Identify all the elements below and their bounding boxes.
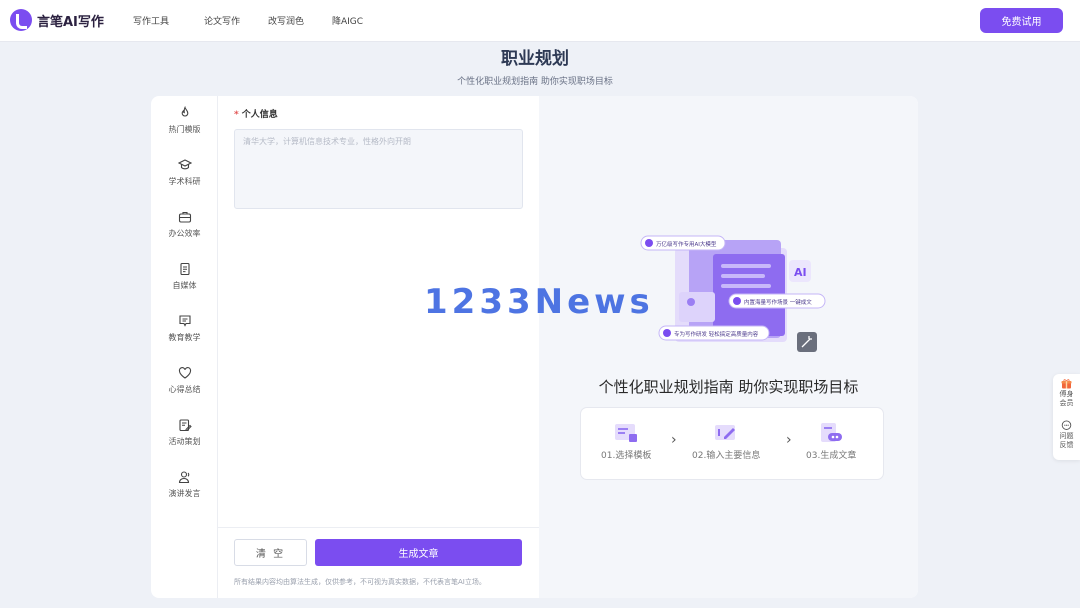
nav-reduce-aigc[interactable]: 降AIGC — [332, 14, 363, 27]
sidebar-item-event-planning[interactable]: 活动策划 — [151, 418, 218, 462]
generate-article-button[interactable]: 生成文章 — [315, 539, 522, 566]
step-label: 01.选择模板 — [601, 451, 652, 461]
illus-badge-3: 专为写作研发 轻松搞定高质量内容 — [674, 330, 759, 338]
sidebar-item-office[interactable]: 办公效率 — [151, 210, 218, 254]
form-actions: 清 空 生成文章 所有结果内容均由算法生成，仅供参考，不可视为真实数据，不代表言… — [218, 527, 539, 598]
category-sidebar: 热门模版 学术科研 办公效率 自媒体 教育教学 心得总结 活动策划 演讲发言 — [151, 96, 218, 598]
nav-paper-writing[interactable]: 论文写作 — [204, 14, 268, 27]
feedback-label: 问题反馈 — [1059, 432, 1074, 449]
gift-icon — [1061, 379, 1072, 389]
step-enter-info: 02.输入主要信息 — [692, 422, 760, 461]
graduation-cap-icon — [177, 159, 192, 170]
ai-mark-text: AI — [794, 266, 807, 279]
membership-label: 傅身会员 — [1059, 390, 1074, 407]
sidebar-item-hot-templates[interactable]: 热门模版 — [151, 106, 218, 150]
feedback-button[interactable]: 问题反馈 — [1053, 420, 1080, 450]
sidebar-item-label: 办公效率 — [168, 229, 201, 238]
logo[interactable]: 言笔AI写作 — [10, 9, 104, 31]
generate-doc-icon — [821, 423, 843, 442]
clipboard-edit-icon — [178, 419, 192, 432]
sidebar-item-label: 活动策划 — [168, 437, 201, 446]
template-icon — [615, 424, 638, 442]
main-card: 热门模版 学术科研 办公效率 自媒体 教育教学 心得总结 活动策划 演讲发言 *… — [151, 96, 918, 598]
fire-icon — [181, 106, 188, 117]
membership-button[interactable]: 傅身会员 — [1053, 378, 1080, 408]
sidebar-item-label: 自媒体 — [172, 281, 197, 290]
sidebar-item-label: 心得总结 — [168, 385, 201, 394]
speaker-icon — [178, 471, 189, 484]
preview-panel: AI 万亿级写作专用AI大模型 内置海量写作场景 一键成文 专为写作研发 轻松搞… — [539, 96, 918, 598]
floating-side-panel: 傅身会员 问题反馈 — [1053, 374, 1080, 460]
logo-icon — [10, 9, 32, 31]
watermark-text: 1233News — [424, 282, 654, 322]
chat-board-icon — [178, 315, 191, 327]
personal-info-input[interactable] — [234, 129, 523, 209]
field-label-text: 个人信息 — [241, 110, 278, 120]
main-nav: 写作工具 论文写作 改写润色 降AIGC — [133, 14, 363, 27]
input-info-icon — [715, 425, 736, 440]
required-marker: * — [234, 110, 239, 120]
chevron-right-icon: › — [671, 432, 677, 448]
nav-rewrite-polish[interactable]: 改写润色 — [268, 14, 332, 27]
page-subtitle: 个性化职业规划指南 助你实现职场目标 — [457, 77, 613, 87]
heart-icon — [178, 367, 191, 379]
free-trial-button[interactable]: 免费试用 — [980, 8, 1063, 33]
sidebar-item-summary[interactable]: 心得总结 — [151, 366, 218, 410]
step-select-template: 01.选择模板 — [601, 422, 651, 461]
input-form: *个人信息 清 空 生成文章 所有结果内容均由算法生成，仅供参考，不可视为真实数… — [218, 96, 539, 598]
briefcase-icon — [178, 211, 191, 223]
illus-badge-1: 万亿级写作专用AI大模型 — [656, 240, 717, 248]
top-navbar: 言笔AI写作 写作工具 论文写作 改写润色 降AIGC 免费试用 — [0, 0, 1080, 42]
step-generate-article: 03.生成文章 — [806, 422, 856, 461]
chevron-right-icon: › — [786, 432, 792, 448]
sidebar-item-media[interactable]: 自媒体 — [151, 262, 218, 306]
preview-title: 个性化职业规划指南 助你实现职场目标 — [598, 378, 859, 396]
sidebar-item-academic[interactable]: 学术科研 — [151, 158, 218, 202]
illus-badge-2: 内置海量写作场景 一键成文 — [744, 298, 812, 306]
logo-text: 言笔AI写作 — [37, 14, 104, 30]
step-label: 03.生成文章 — [806, 451, 857, 461]
sidebar-item-education[interactable]: 教育教学 — [151, 314, 218, 358]
disclaimer-text: 所有结果内容均由算法生成，仅供参考，不可视为真实数据，不代表言笔AI立场。 — [234, 578, 486, 586]
page-title: 职业规划 — [501, 49, 569, 69]
step-label: 02.输入主要信息 — [692, 451, 761, 461]
clear-button[interactable]: 清 空 — [234, 539, 307, 566]
document-icon — [179, 262, 190, 276]
sidebar-item-label: 学术科研 — [168, 177, 201, 186]
nav-writing-tools[interactable]: 写作工具 — [133, 14, 204, 27]
field-label-personal-info: * 个人信息 — [234, 107, 278, 120]
ai-writing-illustration: AI 万亿级写作专用AI大模型 内置海量写作场景 一键成文 专为写作研发 轻松搞… — [640, 235, 826, 352]
sidebar-item-label: 热门模版 — [168, 125, 201, 134]
sidebar-item-label: 演讲发言 — [168, 489, 201, 498]
sidebar-item-speech[interactable]: 演讲发言 — [151, 470, 218, 514]
feedback-icon — [1061, 420, 1072, 430]
steps-card: 01.选择模板 › 02.输入主要信息 › 03.生成文章 — [580, 407, 884, 480]
sidebar-item-label: 教育教学 — [168, 333, 201, 342]
